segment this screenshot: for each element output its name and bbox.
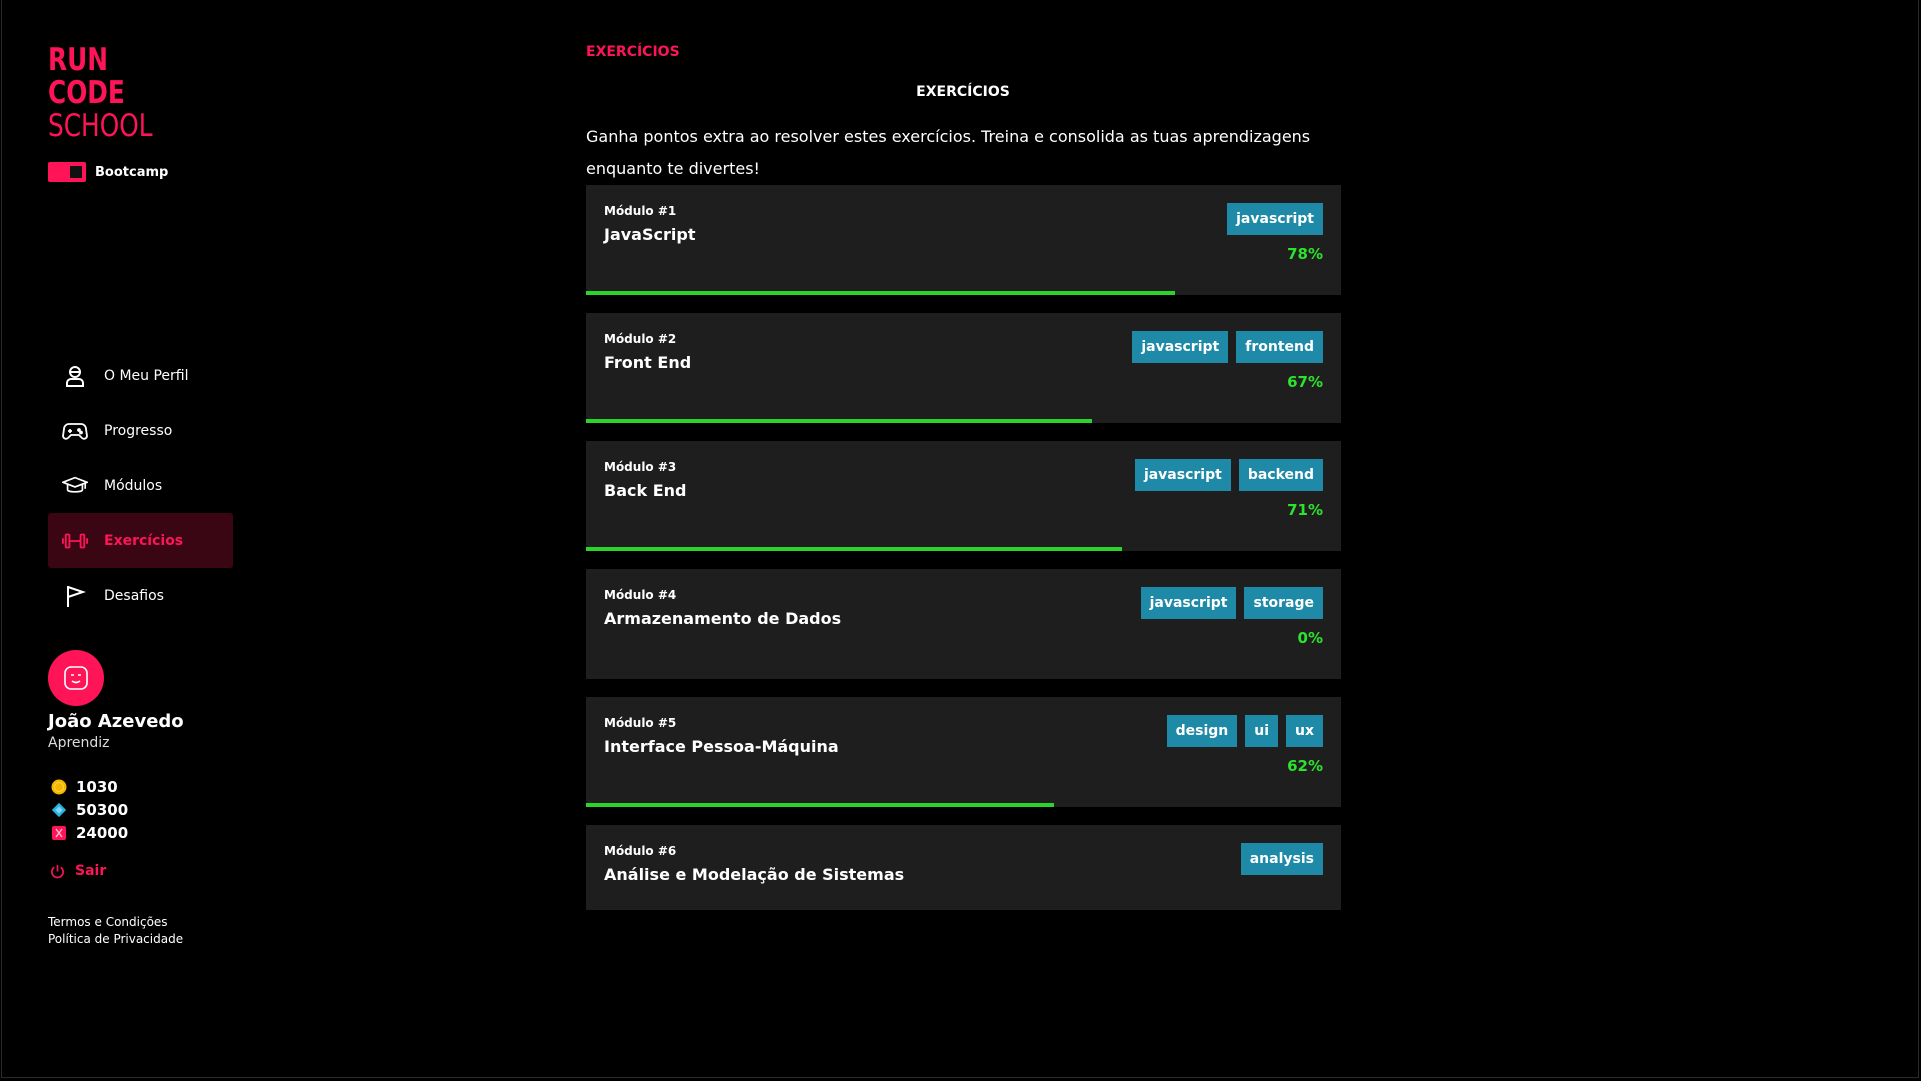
module-progress-percent: 67%: [1287, 373, 1323, 391]
program-switch[interactable]: Bootcamp: [48, 162, 168, 182]
privacy-link[interactable]: Política de Privacidade: [48, 931, 183, 948]
module-number: Módulo #6: [604, 844, 677, 858]
page-intro: Ganha pontos extra ao resolver estes exe…: [586, 127, 1311, 178]
module-progress-percent: 78%: [1287, 245, 1323, 263]
logo-line-1: RUN: [48, 42, 108, 78]
module-card[interactable]: Módulo #1 JavaScript javascript 78%: [586, 185, 1341, 295]
tag-badge[interactable]: ux: [1286, 715, 1323, 747]
module-name: Back End: [604, 481, 687, 500]
module-progress-bar: [586, 291, 1175, 295]
stat-xp: 24000: [51, 821, 128, 844]
module-name: Interface Pessoa-Máquina: [604, 737, 839, 756]
xp-icon: [51, 825, 67, 841]
module-progress-bar: [586, 803, 1055, 807]
sidebar-item-label: O Meu Perfil: [104, 367, 189, 384]
avatar-face-icon: [64, 666, 88, 690]
module-tags: javascript: [1227, 203, 1323, 235]
tag-badge[interactable]: storage: [1244, 587, 1323, 619]
user-name: João Azevedo: [48, 711, 184, 732]
flag-icon: [62, 583, 88, 609]
module-number: Módulo #3: [604, 460, 677, 474]
module-list: Módulo #1 JavaScript javascript 78% Módulo #…: [586, 185, 1341, 928]
coin-icon: [51, 779, 67, 795]
sidebar-item-label: Desafios: [104, 587, 164, 604]
diamond-icon: [51, 802, 67, 818]
power-icon: [51, 864, 64, 878]
module-card[interactable]: Módulo #5 Interface Pessoa-Máquina design u…: [586, 697, 1341, 807]
program-label: Bootcamp: [95, 164, 169, 180]
logo-line-3: SCHOOL: [48, 108, 153, 144]
module-progress-percent: 0%: [1297, 629, 1323, 647]
module-card[interactable]: Módulo #2 Front End javascript frontend 67%: [586, 313, 1341, 423]
tag-badge[interactable]: backend: [1238, 459, 1323, 491]
module-card[interactable]: Módulo #6 Análise e Modelação de Sistemas…: [586, 825, 1341, 910]
stat-value: 24000: [76, 823, 129, 842]
tag-badge[interactable]: design: [1166, 715, 1238, 747]
module-progress-bar: [586, 547, 1123, 551]
module-tags: javascript backend: [1134, 459, 1323, 491]
gamepad-icon: [62, 418, 88, 444]
sidebar-item-label: Progresso: [104, 422, 173, 439]
app-frame: RUN CODE SCHOOL Bootcamp O Meu Perfil Pr…: [1, 0, 1919, 1078]
module-number: Módulo #4: [604, 588, 677, 602]
run-code-school-logo[interactable]: RUN CODE SCHOOL: [48, 44, 179, 143]
module-name: Front End: [604, 353, 692, 372]
sidebar-nav: O Meu Perfil Progresso Módulos Exercício…: [48, 348, 233, 623]
module-name: JavaScript: [604, 225, 696, 244]
tag-badge[interactable]: javascript: [1134, 459, 1231, 491]
sidebar-item-progresso[interactable]: Progresso: [48, 403, 233, 458]
user-icon: [62, 363, 88, 389]
page-title: EXERCÍCIOS: [916, 84, 1010, 100]
sidebar-item-desafios[interactable]: Desafios: [48, 568, 233, 623]
logout-label: Sair: [75, 863, 107, 879]
module-name: Armazenamento de Dados: [604, 609, 842, 628]
tag-badge[interactable]: javascript: [1227, 203, 1323, 235]
program-toggle[interactable]: [48, 162, 86, 182]
stat-coins: 1030: [51, 775, 128, 798]
graduation-cap-icon: [62, 473, 88, 499]
module-name: Análise e Modelação de Sistemas: [604, 865, 905, 884]
stat-value: 1030: [76, 777, 118, 796]
breadcrumb[interactable]: EXERCÍCIOS: [586, 44, 680, 60]
module-number: Módulo #2: [604, 332, 677, 346]
tag-badge[interactable]: javascript: [1140, 587, 1237, 619]
user-stats: 1030 50300 24000: [51, 775, 128, 844]
tag-badge[interactable]: javascript: [1132, 331, 1229, 363]
module-progress-percent: 71%: [1287, 501, 1323, 519]
dumbbell-icon: [62, 528, 88, 554]
terms-link[interactable]: Termos e Condições: [48, 914, 183, 931]
tag-badge[interactable]: ui: [1245, 715, 1278, 747]
module-card[interactable]: Módulo #3 Back End javascript backend 71%: [586, 441, 1341, 551]
sidebar-item-modulos[interactable]: Módulos: [48, 458, 233, 513]
tag-badge[interactable]: analysis: [1240, 843, 1323, 875]
module-tags: javascript frontend: [1132, 331, 1323, 363]
sidebar-item-label: Módulos: [104, 477, 163, 494]
module-card[interactable]: Módulo #4 Armazenamento de Dados javascrip…: [586, 569, 1341, 679]
tag-badge[interactable]: frontend: [1236, 331, 1323, 363]
module-tags: design ui ux: [1166, 715, 1323, 747]
module-progress-bar: [586, 419, 1092, 423]
legal-links: Termos e Condições Política de Privacida…: [48, 914, 183, 948]
module-tags: analysis: [1240, 843, 1323, 875]
stat-diamonds: 50300: [51, 798, 128, 821]
sidebar-item-exercicios[interactable]: Exercícios: [48, 513, 233, 568]
avatar[interactable]: [48, 650, 104, 706]
module-number: Módulo #1: [604, 204, 677, 218]
user-role: Aprendiz: [48, 735, 110, 751]
sidebar-item-label: Exercícios: [104, 532, 184, 549]
module-tags: javascript storage: [1140, 587, 1323, 619]
module-progress-percent: 62%: [1287, 757, 1323, 775]
sidebar-item-perfil[interactable]: O Meu Perfil: [48, 348, 233, 403]
logout-button[interactable]: Sair: [50, 863, 106, 879]
stat-value: 50300: [76, 800, 129, 819]
module-number: Módulo #5: [604, 716, 677, 730]
logo-line-2: CODE: [48, 75, 125, 111]
